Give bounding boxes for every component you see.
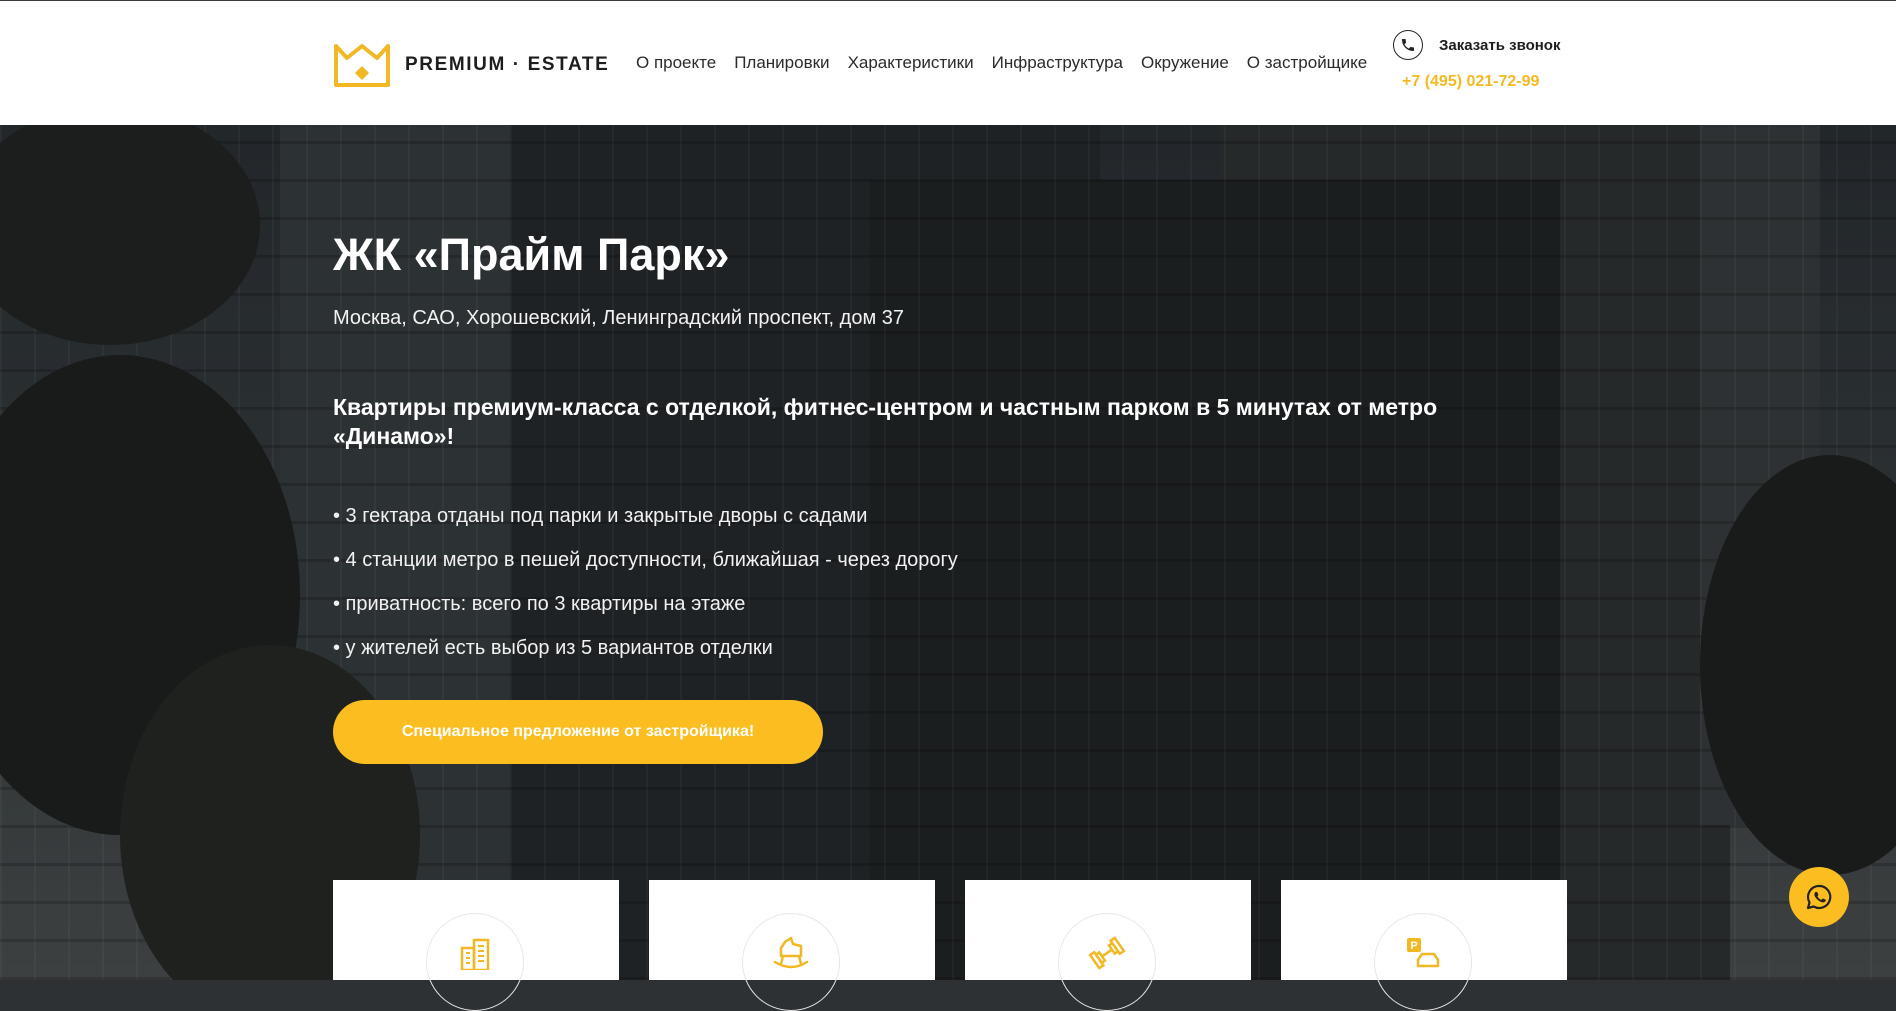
feature-card[interactable] — [333, 880, 619, 1011]
feature-card[interactable] — [649, 880, 935, 1011]
feature-card[interactable]: P — [1281, 880, 1567, 1011]
tagline: Квартиры премиум-класса с отделкой, фитн… — [333, 394, 1438, 449]
crown-logo-icon — [334, 44, 390, 87]
page-title: ЖК «Прайм Парк» — [333, 229, 730, 280]
buildings-icon — [460, 938, 490, 970]
feature-item: • приватность: всего по 3 квартиры на эт… — [333, 593, 746, 615]
whatsapp-icon — [1806, 884, 1832, 910]
dumbbell-icon — [1088, 936, 1126, 970]
feature-item: • 3 гектара отданы под парки и закрытые … — [333, 505, 868, 527]
nav-specs[interactable]: Характеристики — [848, 53, 974, 73]
feature-item: • 4 станции метро в пешей доступности, б… — [333, 549, 958, 571]
nav-infrastructure[interactable]: Инфраструктура — [992, 53, 1123, 73]
parking-icon: P — [1407, 938, 1440, 968]
rocking-horse-icon — [773, 936, 809, 969]
callback-label: Заказать звонок — [1439, 36, 1561, 54]
feature-item: • у жителей есть выбор из 5 вариантов от… — [333, 637, 773, 659]
phone-icon — [1393, 30, 1423, 60]
feature-card[interactable] — [965, 880, 1251, 1011]
card-icon-circle — [742, 913, 840, 1011]
nav-about[interactable]: О проекте — [636, 53, 716, 73]
svg-text:P: P — [1410, 940, 1417, 952]
features-list: • 3 гектара отданы под парки и закрытые … — [333, 505, 958, 681]
logo-text: PREMIUM · ESTATE — [405, 54, 610, 75]
phone-number-link[interactable]: +7 (495) 021-72-99 — [1402, 73, 1539, 91]
main-nav: О проекте Планировки Характеристики Инфр… — [636, 53, 1385, 73]
address: Москва, САО, Хорошевский, Ленинградский … — [333, 307, 905, 329]
whatsapp-button[interactable] — [1789, 867, 1849, 927]
card-icon-circle — [426, 913, 524, 1011]
nav-layouts[interactable]: Планировки — [734, 53, 829, 73]
card-icon-circle: P — [1374, 913, 1472, 1011]
callback-button[interactable]: Заказать звонок — [1393, 30, 1560, 60]
logo[interactable]: PREMIUM · ESTATE — [333, 42, 609, 88]
special-offer-button[interactable]: Специальное предложение от застройщика! — [333, 700, 823, 764]
site-header: PREMIUM · ESTATE О проекте Планировки Ха… — [0, 1, 1896, 125]
card-icon-circle — [1058, 913, 1156, 1011]
nav-surroundings[interactable]: Окружение — [1141, 53, 1229, 73]
nav-developer[interactable]: О застройщике — [1247, 53, 1367, 73]
